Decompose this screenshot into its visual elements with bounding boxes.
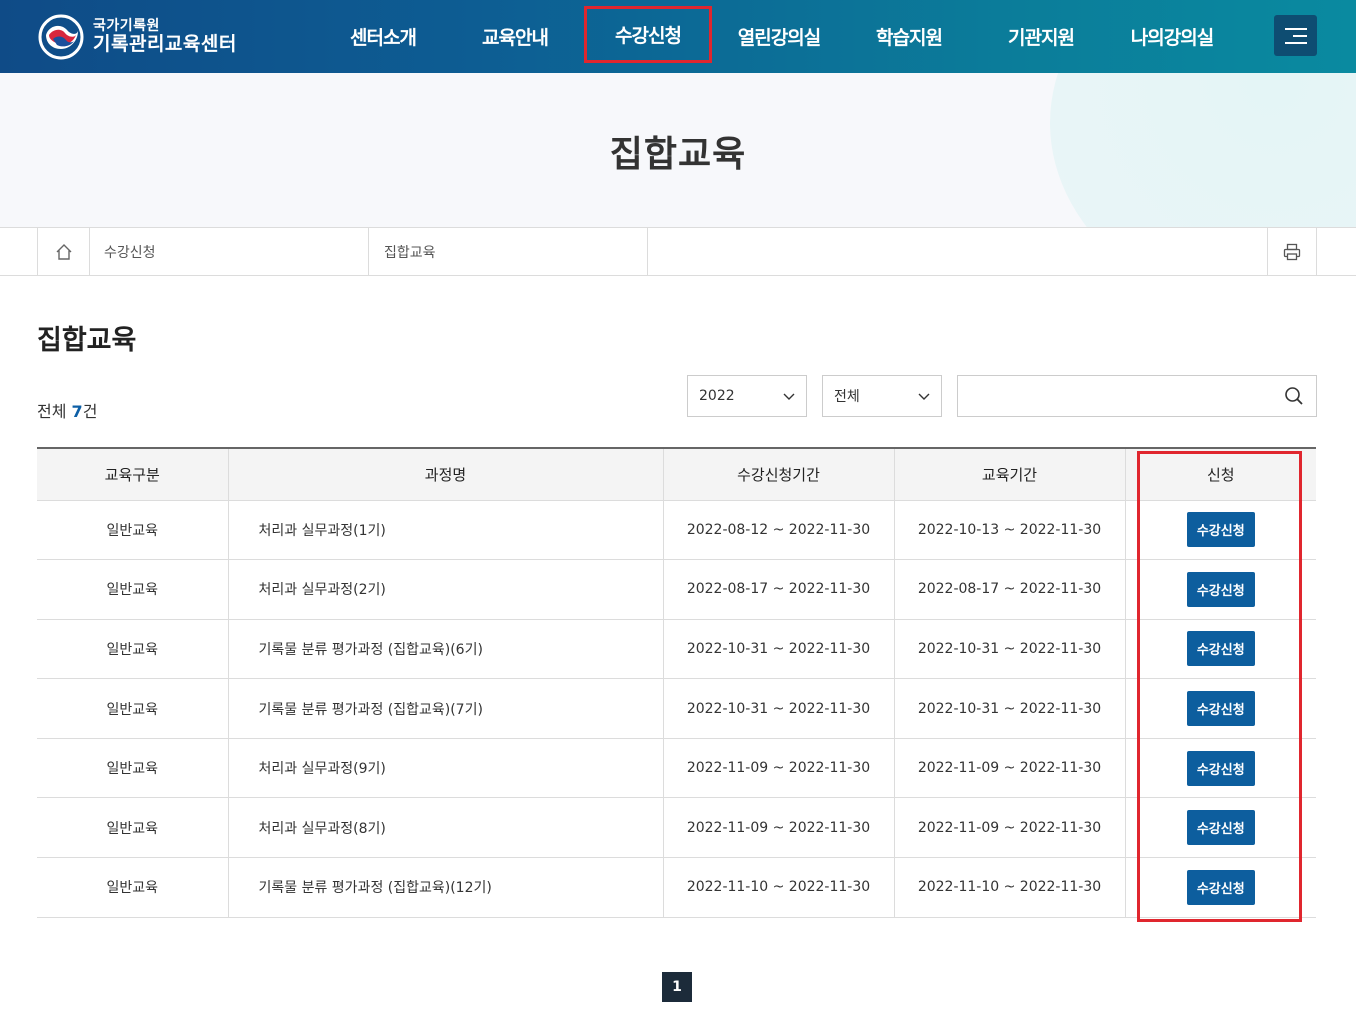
col-header-apply-period: 수강신청기간	[662, 447, 894, 501]
course-table: 교육구분 과정명 수강신청기간 교육기간 신청 일반교육 처리과 실무과정(1기…	[37, 447, 1316, 918]
table-row: 일반교육 처리과 실무과정(1기) 2022-08-12 ~ 2022-11-3…	[37, 500, 1316, 561]
cell-action: 수강신청	[1124, 500, 1316, 561]
cell-course: 기록물 분류 평가과정 (집합교육)(6기)	[227, 619, 663, 680]
cell-type: 일반교육	[37, 559, 228, 620]
table-row: 일반교육 처리과 실무과정(9기) 2022-11-09 ~ 2022-11-3…	[37, 738, 1316, 799]
cell-edu-period: 2022-08-17 ~ 2022-11-30	[893, 559, 1125, 620]
cell-edu-period: 2022-11-10 ~ 2022-11-30	[893, 857, 1125, 918]
logo-text: 국가기록원 기록관리교육센터	[93, 17, 237, 56]
table-row: 일반교육 기록물 분류 평가과정 (집합교육)(6기) 2022-10-31 ~…	[37, 619, 1316, 680]
hamburger-menu-button[interactable]	[1274, 15, 1317, 56]
cell-edu-period: 2022-10-31 ~ 2022-11-30	[893, 678, 1125, 739]
col-header-apply: 신청	[1124, 447, 1316, 501]
nav-center-intro[interactable]: 센터소개	[318, 0, 448, 73]
col-header-edu-period: 교육기간	[893, 447, 1125, 501]
nav-enrollment[interactable]: 수강신청	[584, 6, 712, 63]
enroll-button[interactable]: 수강신청	[1186, 631, 1255, 667]
cell-course: 처리과 실무과정(1기)	[227, 500, 663, 561]
pagination-page-1[interactable]: 1	[662, 972, 692, 1002]
total-count: 전체 7건	[37, 398, 97, 422]
total-prefix: 전체	[37, 402, 67, 421]
year-select-value: 2022	[699, 388, 735, 404]
cell-course: 처리과 실무과정(9기)	[227, 738, 663, 799]
table-row: 일반교육 처리과 실무과정(8기) 2022-11-09 ~ 2022-11-3…	[37, 797, 1316, 859]
nav-learning-support[interactable]: 학습지원	[844, 0, 974, 73]
enroll-button[interactable]: 수강신청	[1186, 691, 1255, 727]
logo-line2: 기록관리교육센터	[93, 33, 237, 56]
cell-action: 수강신청	[1124, 738, 1316, 799]
cell-apply-period: 2022-11-09 ~ 2022-11-30	[662, 797, 894, 859]
table-row: 일반교육 기록물 분류 평가과정 (집합교육)(7기) 2022-10-31 ~…	[37, 678, 1316, 739]
cell-type: 일반교육	[37, 678, 228, 739]
banner-title: 집합교육	[609, 134, 747, 175]
enroll-button[interactable]: 수강신청	[1186, 869, 1255, 905]
cell-edu-period: 2022-11-09 ~ 2022-11-30	[893, 797, 1125, 859]
cell-action: 수강신청	[1124, 797, 1316, 859]
col-header-type: 교육구분	[37, 447, 228, 501]
cell-apply-period: 2022-11-10 ~ 2022-11-30	[662, 857, 894, 918]
cell-type: 일반교육	[37, 738, 228, 799]
category-select-value: 전체	[834, 389, 860, 405]
col-header-course: 과정명	[227, 447, 663, 501]
cell-action: 수강신청	[1124, 559, 1316, 620]
site-header: 국가기록원 기록관리교육센터 센터소개 교육안내 수강신청 열린강의실 학습지원…	[0, 0, 1356, 73]
table-header-row: 교육구분 과정명 수강신청기간 교육기간 신청	[37, 447, 1316, 501]
cell-edu-period: 2022-11-09 ~ 2022-11-30	[893, 738, 1125, 799]
breadcrumb-spacer	[647, 228, 1267, 275]
cell-course: 기록물 분류 평가과정 (집합교육)(12기)	[227, 857, 663, 918]
year-select[interactable]: 2022	[687, 375, 807, 417]
total-suffix: 건	[82, 402, 98, 421]
logo-line1: 국가기록원	[93, 17, 160, 34]
breadcrumb: 수강신청 집합교육	[0, 227, 1356, 276]
search-icon	[1285, 387, 1303, 405]
search-input[interactable]	[958, 376, 1268, 416]
cell-apply-period: 2022-11-09 ~ 2022-11-30	[662, 738, 894, 799]
cell-type: 일반교육	[37, 500, 228, 561]
breadcrumb-level2[interactable]: 집합교육	[368, 228, 647, 275]
chevron-down-icon	[783, 393, 795, 400]
cell-action: 수강신청	[1124, 619, 1316, 680]
cell-apply-period: 2022-10-31 ~ 2022-11-30	[662, 619, 894, 680]
table-row: 일반교육 처리과 실무과정(2기) 2022-08-17 ~ 2022-11-3…	[37, 559, 1316, 620]
search-box	[957, 375, 1317, 417]
cell-action: 수강신청	[1124, 857, 1316, 918]
page-visual-banner: 집합교육	[0, 73, 1356, 227]
hamburger-icon	[1284, 27, 1307, 44]
nav-education-guide[interactable]: 교육안내	[450, 0, 580, 73]
cell-apply-period: 2022-08-17 ~ 2022-11-30	[662, 559, 894, 620]
chevron-down-icon	[918, 393, 930, 400]
page-title: 집합교육	[37, 325, 137, 356]
nav-my-classroom[interactable]: 나의강의실	[1107, 0, 1237, 73]
cell-action: 수강신청	[1124, 678, 1316, 739]
cell-apply-period: 2022-10-31 ~ 2022-11-30	[662, 678, 894, 739]
cell-edu-period: 2022-10-31 ~ 2022-11-30	[893, 619, 1125, 680]
cell-apply-period: 2022-08-12 ~ 2022-11-30	[662, 500, 894, 561]
taegeuk-logo-icon	[37, 13, 85, 61]
print-button[interactable]	[1267, 228, 1317, 275]
breadcrumb-home[interactable]	[37, 228, 89, 275]
enroll-button[interactable]: 수강신청	[1186, 512, 1255, 548]
cell-type: 일반교육	[37, 797, 228, 859]
category-select[interactable]: 전체	[822, 375, 942, 417]
enroll-button[interactable]: 수강신청	[1186, 810, 1255, 846]
cell-type: 일반교육	[37, 619, 228, 680]
enroll-button[interactable]: 수강신청	[1186, 750, 1255, 786]
nav-agency-support[interactable]: 기관지원	[976, 0, 1106, 73]
site-logo[interactable]: 국가기록원 기록관리교육센터	[37, 12, 237, 62]
cell-type: 일반교육	[37, 857, 228, 918]
table-row: 일반교육 기록물 분류 평가과정 (집합교육)(12기) 2022-11-10 …	[37, 857, 1316, 918]
home-icon	[56, 243, 71, 260]
cell-course: 처리과 실무과정(8기)	[227, 797, 663, 859]
total-number: 7	[71, 402, 83, 421]
printer-icon	[1283, 243, 1301, 260]
enroll-button[interactable]: 수강신청	[1186, 571, 1255, 607]
cell-edu-period: 2022-10-13 ~ 2022-11-30	[893, 500, 1125, 561]
search-button[interactable]	[1284, 386, 1304, 410]
cell-course: 처리과 실무과정(2기)	[227, 559, 663, 620]
breadcrumb-level1[interactable]: 수강신청	[89, 228, 368, 275]
nav-open-classroom[interactable]: 열린강의실	[714, 0, 844, 73]
cell-course: 기록물 분류 평가과정 (집합교육)(7기)	[227, 678, 663, 739]
